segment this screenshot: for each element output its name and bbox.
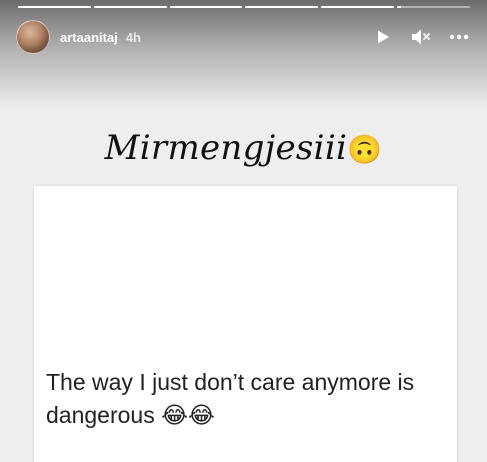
progress-segment xyxy=(18,6,91,8)
mute-button[interactable] xyxy=(409,25,433,49)
username[interactable]: artaanitaj xyxy=(60,30,118,45)
progress-segment xyxy=(93,6,167,8)
post-text: The way I just don’t care anymore is dan… xyxy=(46,366,446,432)
caption-text: Mirmengjesiii xyxy=(104,128,348,168)
story-header: artaanitaj 4h xyxy=(16,20,471,54)
post-text-body: The way I just don’t care anymore is dan… xyxy=(46,369,415,428)
progress-segment xyxy=(169,6,243,8)
progress-segment xyxy=(321,6,395,8)
progress-segment-fill xyxy=(18,6,91,8)
laughing-emoji: 😂😂 xyxy=(161,402,215,428)
progress-segment xyxy=(245,6,319,8)
muted-speaker-icon xyxy=(412,29,430,45)
play-icon xyxy=(378,30,389,44)
post-time: 4h xyxy=(125,29,141,45)
story-controls xyxy=(371,25,471,49)
story-caption: Mirmengjesiii🙃 xyxy=(0,128,487,168)
shared-post-card[interactable]: The way I just don’t care anymore is dan… xyxy=(34,186,457,462)
progress-segment-fill xyxy=(245,6,319,8)
top-gradient xyxy=(0,0,487,110)
progress-segment-fill xyxy=(397,6,401,8)
more-options-button[interactable] xyxy=(447,25,471,49)
progress-segment xyxy=(397,6,470,8)
play-button[interactable] xyxy=(371,25,395,49)
progress-segment-fill xyxy=(93,6,167,8)
story-progress-bar xyxy=(18,6,470,9)
story-viewer[interactable]: artaanitaj 4h Mirmengjesiii🙃 The way I j… xyxy=(0,0,487,462)
upside-down-face-emoji: 🙃 xyxy=(347,133,383,166)
progress-segment-fill xyxy=(169,6,243,8)
avatar[interactable] xyxy=(16,20,50,54)
progress-segment-fill xyxy=(321,6,395,8)
more-icon xyxy=(449,34,469,40)
